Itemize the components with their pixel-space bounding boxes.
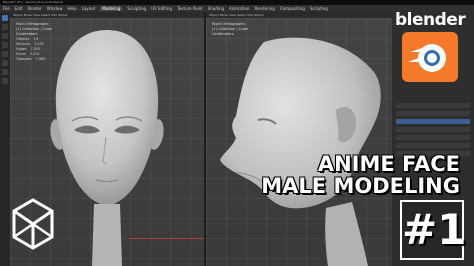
workspace-tab-rendering[interactable]: Rendering — [254, 6, 274, 11]
menu-item-file[interactable]: File — [3, 6, 10, 11]
cursor-tool-button[interactable] — [2, 24, 8, 30]
blender-wordmark: blender — [395, 10, 466, 30]
workspace-tab-uv-editing[interactable]: UV Editing — [151, 6, 172, 11]
prop-row[interactable] — [396, 103, 470, 108]
transform-tool-button[interactable] — [2, 60, 8, 66]
prop-row[interactable] — [396, 143, 470, 148]
menu-item-window[interactable]: Window — [47, 6, 63, 11]
workspace-tab-shading[interactable]: Shading — [208, 6, 224, 11]
workspace-tab-texture-paint[interactable]: Texture Paint — [177, 6, 203, 11]
measure-tool-button[interactable] — [2, 78, 8, 84]
menu-item-help[interactable]: Help — [67, 6, 76, 11]
prop-row[interactable] — [396, 111, 470, 116]
workspace-tab-sculpting[interactable]: Sculpting — [127, 6, 146, 11]
workspace-tab-scripting[interactable]: Scripting — [310, 6, 328, 11]
menu-item-edit[interactable]: Edit — [15, 6, 23, 11]
workspace-tab-modeling[interactable]: Modeling — [100, 6, 123, 11]
prop-row[interactable] — [396, 127, 470, 132]
window-title: Blender* [D:\...\anime_face_male.blend] — [3, 0, 64, 4]
blender-logo-icon — [402, 32, 458, 82]
modifier-header[interactable] — [396, 119, 470, 124]
select-tool-button[interactable] — [2, 15, 8, 21]
scale-tool-button[interactable] — [2, 51, 8, 57]
channel-cube-logo-icon — [12, 198, 54, 250]
episode-badge: #1 — [400, 200, 466, 260]
tool-shelf — [0, 12, 10, 266]
head-side-model — [220, 37, 381, 266]
video-title-line2: MALE MODELING — [261, 174, 460, 198]
viewport-side[interactable]: Object Mode View Select Add Object Right… — [206, 12, 392, 266]
workspace-tab-layout[interactable]: Layout — [82, 6, 96, 11]
annotate-tool-button[interactable] — [2, 69, 8, 75]
rotate-tool-button[interactable] — [2, 42, 8, 48]
prop-row[interactable] — [396, 135, 470, 140]
move-tool-button[interactable] — [2, 33, 8, 39]
x-axis-line — [130, 238, 204, 239]
workspace-tab-compositing[interactable]: Compositing — [280, 6, 305, 11]
menu-item-render[interactable]: Render — [27, 6, 41, 11]
workspace-tab-animation[interactable]: Animation — [229, 6, 249, 11]
video-title-line1: ANIME FACE — [317, 152, 460, 176]
